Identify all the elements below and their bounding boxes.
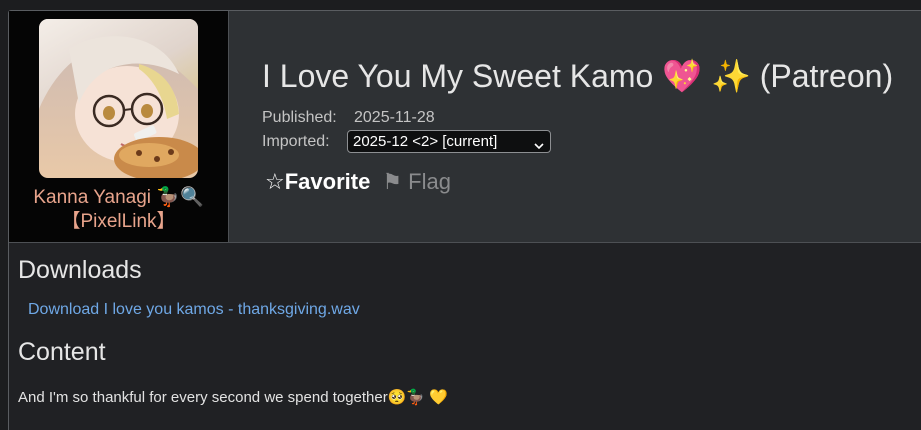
content-heading: Content xyxy=(18,338,106,366)
published-label: Published: xyxy=(262,109,337,126)
downloads-heading: Downloads xyxy=(18,256,142,284)
imported-label: Imported: xyxy=(262,133,330,150)
import-selected-value: 2025-12 <2> [current] xyxy=(353,133,498,150)
avatar-illustration xyxy=(39,19,198,178)
user-name: Kanna Yanagi 🦆🔍 xyxy=(33,187,204,208)
post-title: I Love You My Sweet Kamo 💖 ✨ (Patreon) xyxy=(262,58,894,94)
post-actions: ☆Favorite ⚑ Flag xyxy=(265,169,451,195)
user-name-link[interactable]: Kanna Yanagi 🦆🔍 【PixelLink】 xyxy=(9,186,228,234)
imported-row: Imported: xyxy=(262,133,354,151)
post-page: Kanna Yanagi 🦆🔍 【PixelLink】 I Love You M… xyxy=(8,10,921,430)
post-header: Kanna Yanagi 🦆🔍 【PixelLink】 I Love You M… xyxy=(9,11,921,243)
user-card: Kanna Yanagi 🦆🔍 【PixelLink】 xyxy=(9,11,229,242)
favorite-button[interactable]: ☆Favorite xyxy=(265,169,370,195)
download-link[interactable]: Download I love you kamos - thanksgiving… xyxy=(28,301,360,319)
flag-button[interactable]: ⚑ Flag xyxy=(382,169,451,195)
user-service-label: 【PixelLink】 xyxy=(61,211,176,232)
user-avatar[interactable] xyxy=(39,19,198,178)
import-version-select[interactable]: 2025-12 <2> [current] xyxy=(347,130,551,153)
published-row: Published: 2025-11-28 xyxy=(262,109,435,127)
chevron-down-icon xyxy=(534,136,544,157)
content-body: And I'm so thankful for every second we … xyxy=(18,389,448,406)
published-date: 2025-11-28 xyxy=(354,109,435,126)
